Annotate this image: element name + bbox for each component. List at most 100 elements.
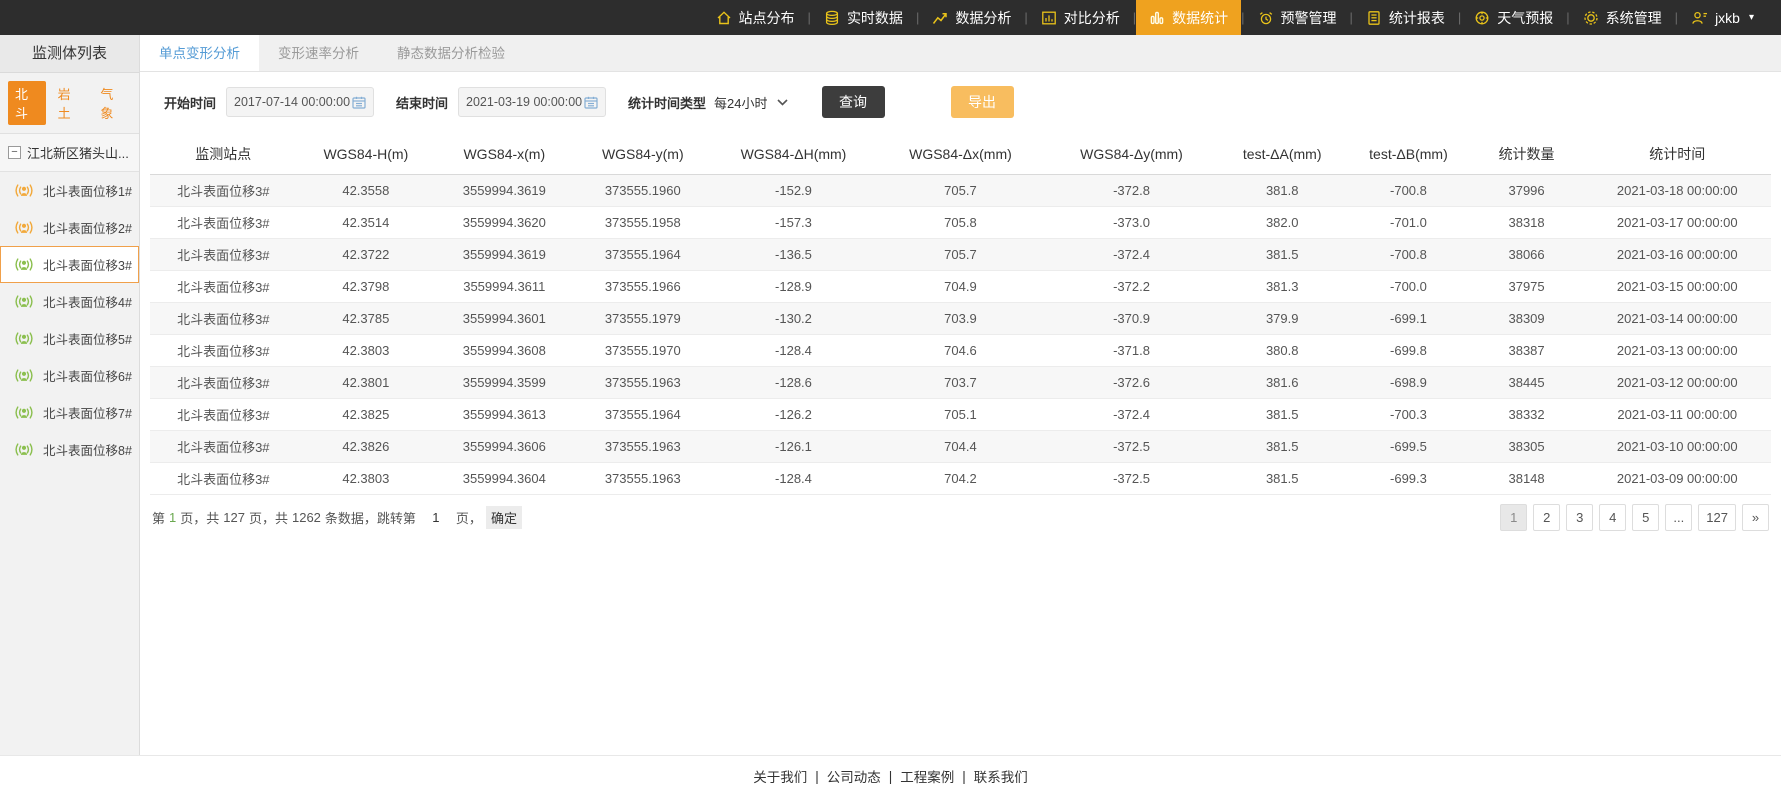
tab-analysis-3[interactable]: 静态数据分析检验	[378, 35, 524, 71]
page-buttons: 12345...127»	[1500, 504, 1769, 531]
table-cell: -372.8	[1046, 175, 1217, 207]
table-cell: 42.3558	[297, 175, 435, 207]
calendar-icon[interactable]	[352, 96, 366, 109]
table-cell: 3559994.3604	[435, 463, 573, 495]
nav-system-management[interactable]: 系统管理	[1570, 0, 1675, 35]
tab-analysis-1[interactable]: 单点变形分析	[140, 35, 259, 71]
table-cell: 北斗表面位移3#	[150, 463, 297, 495]
footer-link-4[interactable]: 联系我们	[974, 766, 1028, 786]
page-button-2[interactable]: 2	[1533, 504, 1560, 531]
column-header: test-ΔA(mm)	[1217, 134, 1347, 175]
pagination-text: 页，共	[249, 508, 288, 527]
table-cell: 38332	[1470, 399, 1584, 431]
nav-weather-forecast[interactable]: 天气预报	[1461, 0, 1566, 35]
page-button-1[interactable]: 1	[1500, 504, 1527, 531]
table-cell: 380.8	[1217, 335, 1347, 367]
table-cell: 373555.1966	[574, 271, 712, 303]
pagination-info: 第 1 页，共 127 页，共 1262 条数据，跳转第 页， 确定	[152, 506, 522, 529]
table-cell: 3559994.3606	[435, 431, 573, 463]
table-cell: 北斗表面位移3#	[150, 207, 297, 239]
table-row: 北斗表面位移3#42.35143559994.3620373555.1958-1…	[150, 207, 1771, 239]
table-cell: 373555.1979	[574, 303, 712, 335]
chevron-down-icon	[777, 99, 788, 106]
nav-site-distribution[interactable]: 站点分布	[703, 0, 808, 35]
nav-compare-analysis[interactable]: 对比分析	[1028, 0, 1133, 35]
table-cell: 704.2	[875, 463, 1046, 495]
footer-link-3[interactable]: 工程案例	[900, 766, 954, 786]
page-button-4[interactable]: 4	[1599, 504, 1626, 531]
table-cell: 38305	[1470, 431, 1584, 463]
nav-data-analysis[interactable]: 数据分析	[919, 0, 1024, 35]
nav-site-distribution-label: 站点分布	[739, 8, 795, 28]
table-cell: 38387	[1470, 335, 1584, 367]
table-cell: -699.1	[1347, 303, 1469, 335]
nav-data-statistics[interactable]: 数据统计	[1136, 0, 1241, 35]
query-button[interactable]: 查询	[822, 86, 885, 118]
tree-item-project[interactable]: − 江北新区猪头山...	[0, 134, 139, 172]
sidebar-tab-3[interactable]: 气象	[93, 81, 131, 125]
pagination-text: 第	[152, 508, 165, 527]
interval-select[interactable]: 每24小时	[714, 93, 787, 112]
page-button-5[interactable]: 5	[1632, 504, 1659, 531]
page-button-127[interactable]: 127	[1698, 504, 1736, 531]
sidebar-tab-2[interactable]: 岩土	[51, 81, 89, 125]
column-header: test-ΔB(mm)	[1347, 134, 1469, 175]
table-cell: 373555.1960	[574, 175, 712, 207]
sidebar-station-6[interactable]: 北斗表面位移6#	[0, 357, 139, 394]
nav-data-statistics-label: 数据统计	[1172, 8, 1228, 28]
table-cell: 2021-03-13 00:00:00	[1584, 335, 1771, 367]
table-cell: 37975	[1470, 271, 1584, 303]
table-cell: -157.3	[712, 207, 875, 239]
sidebar-station-4[interactable]: 北斗表面位移4#	[0, 283, 139, 320]
table-cell: 3559994.3619	[435, 175, 573, 207]
table-cell: 42.3785	[297, 303, 435, 335]
table-cell: -128.4	[712, 463, 875, 495]
tab-analysis-2[interactable]: 变形速率分析	[259, 35, 378, 71]
jump-page-input[interactable]	[420, 510, 452, 525]
table-cell: 北斗表面位移3#	[150, 239, 297, 271]
total-pages: 127	[223, 510, 245, 525]
sidebar-station-5[interactable]: 北斗表面位移5#	[0, 320, 139, 357]
top-navigation: 站点分布|实时数据|数据分析|对比分析|数据统计|预警管理|统计报表|天气预报|…	[0, 0, 1781, 35]
broadcast-icon	[13, 183, 35, 198]
footer-link-1[interactable]: 关于我们	[753, 766, 807, 786]
end-time-input[interactable]: 2021-03-19 00:00:00	[458, 87, 606, 117]
table-cell: 42.3825	[297, 399, 435, 431]
next-page-button[interactable]: »	[1742, 504, 1769, 531]
sidebar-tab-1[interactable]: 北斗	[8, 81, 46, 125]
sidebar-station-2[interactable]: 北斗表面位移2#	[0, 209, 139, 246]
nav-realtime-data[interactable]: 实时数据	[811, 0, 916, 35]
start-time-input[interactable]: 2017-07-14 00:00:00	[226, 87, 374, 117]
table-cell: 北斗表面位移3#	[150, 175, 297, 207]
table-cell: 373555.1964	[574, 399, 712, 431]
station-label: 北斗表面位移6#	[43, 366, 132, 385]
nav-alert-management[interactable]: 预警管理	[1245, 0, 1350, 35]
table-cell: 373555.1963	[574, 367, 712, 399]
nav-compare-analysis-label: 对比分析	[1064, 8, 1120, 28]
confirm-button[interactable]: 确定	[486, 506, 522, 529]
sidebar-station-1[interactable]: 北斗表面位移1#	[0, 172, 139, 209]
calendar-icon[interactable]	[584, 96, 598, 109]
nav-weather-forecast-label: 天气预报	[1497, 8, 1553, 28]
sidebar-station-8[interactable]: 北斗表面位移8#	[0, 431, 139, 468]
footer-link-2[interactable]: 公司动态	[827, 766, 881, 786]
end-time-label: 结束时间	[396, 93, 448, 112]
table-cell: -136.5	[712, 239, 875, 271]
table-cell: 2021-03-10 00:00:00	[1584, 431, 1771, 463]
nav-statistic-reports[interactable]: 统计报表	[1353, 0, 1458, 35]
sidebar-station-3[interactable]: 北斗表面位移3#	[0, 246, 139, 283]
user-menu[interactable]: jxkb▾	[1678, 0, 1767, 35]
table-cell: -128.6	[712, 367, 875, 399]
export-button[interactable]: 导出	[951, 86, 1014, 118]
home-icon	[716, 10, 732, 26]
collapse-icon[interactable]: −	[8, 146, 21, 159]
weather-icon	[1474, 10, 1490, 26]
table-cell: 703.7	[875, 367, 1046, 399]
table-cell: 2021-03-17 00:00:00	[1584, 207, 1771, 239]
page-button-3[interactable]: 3	[1566, 504, 1593, 531]
table-cell: 3559994.3608	[435, 335, 573, 367]
table-cell: -700.8	[1347, 239, 1469, 271]
footer: 关于我们|公司动态|工程案例|联系我们	[0, 755, 1781, 796]
sidebar-station-7[interactable]: 北斗表面位移7#	[0, 394, 139, 431]
page-button-...[interactable]: ...	[1665, 504, 1692, 531]
